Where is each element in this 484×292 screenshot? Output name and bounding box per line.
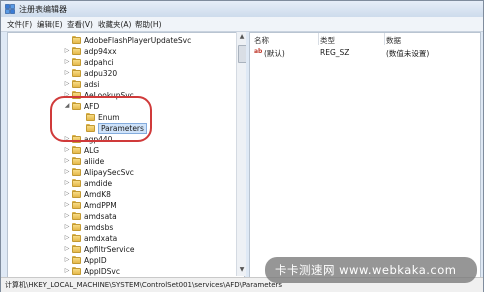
tree-item-label: AmdPPM bbox=[84, 201, 117, 210]
tree-item[interactable]: ▷ AppID bbox=[8, 255, 236, 266]
tree-item-label: amdide bbox=[84, 179, 113, 188]
folder-icon bbox=[72, 80, 81, 88]
menu-file[interactable]: 文件(F) bbox=[7, 19, 32, 30]
value-row-default[interactable]: ab (默认) REG_SZ (数值未设置) bbox=[252, 47, 478, 58]
expand-arrow-icon[interactable]: ▷ bbox=[64, 168, 70, 176]
status-path: 计算机\HKEY_LOCAL_MACHINE\SYSTEM\ControlSet… bbox=[5, 281, 283, 289]
registry-key-tree[interactable]: AdobeFlashPlayerUpdateSvc ▷ adp94xx ▷ adpahc… bbox=[7, 32, 245, 278]
registry-editor-window: 注册表编辑器 文件(F) 编辑(E) 查看(V) 收藏夹(A) 帮助(H) Ad… bbox=[0, 0, 484, 292]
column-divider[interactable] bbox=[384, 33, 385, 45]
folder-icon bbox=[72, 223, 81, 231]
highlight-annotation-ring bbox=[50, 96, 152, 142]
expand-arrow-icon[interactable]: ▷ bbox=[64, 245, 70, 253]
folder-icon bbox=[72, 190, 81, 198]
watermark-banner: 卡卡测速网 www.webkaka.com bbox=[265, 257, 477, 283]
tree-item-label: AppIDSvc bbox=[84, 267, 120, 276]
tree-item-label: AlipaySecSvc bbox=[84, 168, 134, 177]
tree-item[interactable]: AdobeFlashPlayerUpdateSvc bbox=[8, 35, 236, 46]
folder-icon bbox=[72, 201, 81, 209]
menu-favorites[interactable]: 收藏夹(A) bbox=[98, 19, 131, 30]
no-expander bbox=[64, 36, 70, 44]
tree-item[interactable]: ▷ amdide bbox=[8, 178, 236, 189]
expand-arrow-icon[interactable]: ▷ bbox=[64, 267, 70, 275]
scroll-up-arrow-icon[interactable]: ▲ bbox=[238, 33, 246, 41]
menu-view[interactable]: 查看(V) bbox=[67, 19, 93, 30]
column-header-data[interactable]: 数据 bbox=[386, 35, 401, 46]
tree-item-label: aliide bbox=[84, 157, 105, 166]
column-header-type[interactable]: 类型 bbox=[320, 35, 335, 46]
values-pane[interactable]: 名称 类型 数据 ab (默认) REG_SZ (数值未设置) bbox=[249, 32, 481, 278]
tree-item[interactable]: ▷ ALG bbox=[8, 145, 236, 156]
menu-bar: 文件(F) 编辑(E) 查看(V) 收藏夹(A) 帮助(H) bbox=[1, 17, 483, 32]
tree-item-label: AppID bbox=[84, 256, 107, 265]
expand-arrow-icon[interactable]: ▷ bbox=[64, 69, 70, 77]
folder-icon bbox=[72, 234, 81, 242]
value-data: (数值未设置) bbox=[386, 49, 430, 58]
folder-icon bbox=[72, 146, 81, 154]
tree-item-label: ALG bbox=[84, 146, 100, 155]
tree-item-label: adpahci bbox=[84, 58, 114, 67]
tree-item-label: amdsbs bbox=[84, 223, 114, 232]
folder-icon bbox=[72, 157, 81, 165]
expand-arrow-icon[interactable]: ▷ bbox=[64, 80, 70, 88]
tree-item[interactable]: ▷ AlipaySecSvc bbox=[8, 167, 236, 178]
folder-icon bbox=[72, 256, 81, 264]
tree-item[interactable]: ▷ amdsbs bbox=[8, 222, 236, 233]
expand-arrow-icon[interactable]: ▷ bbox=[64, 146, 70, 154]
expand-arrow-icon[interactable]: ▷ bbox=[64, 223, 70, 231]
tree-item-label: amdsata bbox=[84, 212, 117, 221]
tree-item[interactable]: ▷ AppIDSvc bbox=[8, 266, 236, 277]
expand-arrow-icon[interactable]: ▷ bbox=[64, 256, 70, 264]
value-type: REG_SZ bbox=[320, 48, 350, 57]
tree-item-label: AdobeFlashPlayerUpdateSvc bbox=[84, 36, 192, 45]
expand-arrow-icon[interactable]: ▷ bbox=[64, 201, 70, 209]
folder-icon bbox=[72, 245, 81, 253]
window-title: 注册表编辑器 bbox=[19, 5, 67, 14]
tree-item[interactable]: ▷ amdsata bbox=[8, 211, 236, 222]
folder-icon bbox=[72, 212, 81, 220]
watermark-text: 卡卡测速网 www.webkaka.com bbox=[275, 263, 457, 277]
tree-item-label: adp94xx bbox=[84, 47, 117, 56]
tree-item[interactable]: ▷ AmdPPM bbox=[8, 200, 236, 211]
tree-item[interactable]: ▷ ApfiltrService bbox=[8, 244, 236, 255]
string-value-icon: ab bbox=[254, 48, 263, 55]
menu-edit[interactable]: 编辑(E) bbox=[37, 19, 63, 30]
title-bar: 注册表编辑器 bbox=[1, 1, 483, 17]
tree-item-label: adpu320 bbox=[84, 69, 118, 78]
value-name: (默认) bbox=[264, 49, 285, 58]
tree-item-label: ApfiltrService bbox=[84, 245, 135, 254]
tree-item[interactable]: ▷ AmdK8 bbox=[8, 189, 236, 200]
column-divider[interactable] bbox=[318, 33, 319, 45]
expand-arrow-icon[interactable]: ▷ bbox=[64, 212, 70, 220]
tree-item[interactable]: ▷ aliide bbox=[8, 156, 236, 167]
expand-arrow-icon[interactable]: ▷ bbox=[64, 234, 70, 242]
tree-item[interactable]: ▷ amdxata bbox=[8, 233, 236, 244]
folder-icon bbox=[72, 267, 81, 275]
folder-icon bbox=[72, 58, 81, 66]
folder-icon bbox=[72, 179, 81, 187]
tree-item-label: adsi bbox=[84, 80, 100, 89]
expand-arrow-icon[interactable]: ▷ bbox=[64, 190, 70, 198]
scroll-down-arrow-icon[interactable]: ▼ bbox=[238, 266, 246, 274]
tree-item[interactable]: ▷ adpu320 bbox=[8, 68, 236, 79]
tree-item-label: amdxata bbox=[84, 234, 118, 243]
menu-help[interactable]: 帮助(H) bbox=[135, 19, 162, 30]
tree-item[interactable]: ▷ adpahci bbox=[8, 57, 236, 68]
expand-arrow-icon[interactable]: ▷ bbox=[64, 58, 70, 66]
folder-icon bbox=[72, 47, 81, 55]
registry-app-icon bbox=[5, 4, 15, 14]
folder-icon bbox=[72, 168, 81, 176]
expand-arrow-icon[interactable]: ▷ bbox=[64, 157, 70, 165]
tree-item[interactable]: ▷ adsi bbox=[8, 79, 236, 90]
tree-item-label: AmdK8 bbox=[84, 190, 111, 199]
folder-icon bbox=[72, 69, 81, 77]
tree-item[interactable]: ▷ adp94xx bbox=[8, 46, 236, 57]
column-header-name[interactable]: 名称 bbox=[254, 35, 269, 46]
expand-arrow-icon[interactable]: ▷ bbox=[64, 47, 70, 55]
expand-arrow-icon[interactable]: ▷ bbox=[64, 179, 70, 187]
folder-icon bbox=[72, 36, 81, 44]
